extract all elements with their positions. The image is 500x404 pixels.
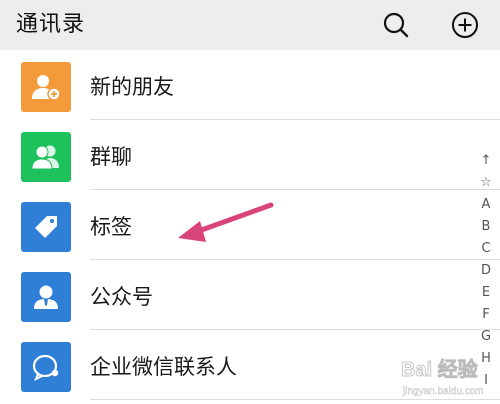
wecom-contacts-tile [21, 342, 71, 392]
wecom-contact-icon [32, 354, 59, 382]
index-letter[interactable]: F [482, 304, 489, 326]
search-icon [383, 12, 409, 38]
group-chats-tile [21, 132, 71, 182]
search-button[interactable] [380, 9, 412, 41]
index-letter[interactable]: H [481, 348, 491, 370]
index-letter[interactable]: B [482, 216, 491, 238]
add-button[interactable] [449, 9, 481, 41]
list-item-new-friends[interactable]: 新的朋友 [0, 50, 500, 120]
official-accounts-tile [21, 272, 71, 322]
index-letter[interactable]: ☆ [480, 172, 492, 194]
alphabet-index-bar[interactable]: ↑ ☆ A B C D E F G H I [476, 150, 496, 392]
list-item-label: 新的朋友 [90, 75, 174, 99]
new-friends-tile [21, 62, 71, 112]
index-letter[interactable]: G [481, 326, 491, 348]
list-item-label: 群聊 [90, 145, 132, 169]
list-item-tags[interactable]: 标签 [0, 190, 500, 260]
contacts-menu-list: 新的朋友 群聊 标签 公众号 企业微信联系人 [0, 50, 500, 400]
list-item-group-chats[interactable]: 群聊 [0, 120, 500, 190]
list-item-wecom-contacts[interactable]: 企业微信联系人 [0, 330, 500, 400]
list-item-official-accounts[interactable]: 公众号 [0, 260, 500, 330]
add-friend-icon [32, 75, 61, 101]
group-chat-icon [31, 145, 59, 170]
list-item-label: 标签 [90, 215, 132, 239]
divider [90, 399, 500, 400]
index-letter[interactable]: D [481, 260, 491, 282]
tags-tile [21, 202, 71, 252]
plus-circle-icon [452, 12, 478, 38]
list-item-label: 公众号 [90, 285, 153, 309]
official-account-icon [34, 285, 58, 309]
index-letter[interactable]: C [481, 238, 490, 260]
top-bar: 通讯录 [0, 0, 500, 50]
index-letter[interactable]: E [482, 282, 490, 304]
tag-icon [35, 216, 57, 238]
index-letter[interactable]: I [484, 370, 488, 392]
list-item-label: 企业微信联系人 [90, 355, 237, 379]
index-letter[interactable]: A [482, 194, 491, 216]
page-title: 通讯录 [16, 12, 86, 37]
index-letter[interactable]: ↑ [481, 150, 492, 172]
